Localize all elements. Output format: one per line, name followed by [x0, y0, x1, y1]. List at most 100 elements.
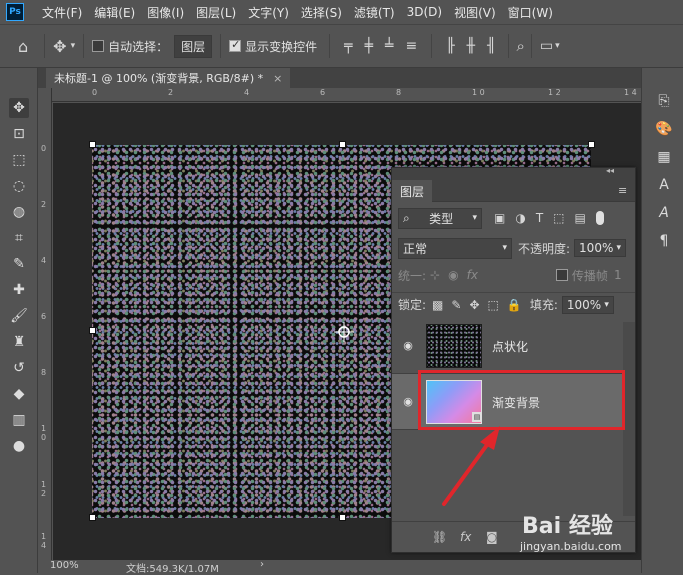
unify-position-icon[interactable]: ⊹ — [430, 268, 440, 282]
auto-select-target-dropdown[interactable]: 图层 — [174, 34, 213, 58]
align-left-icon[interactable]: ╟ — [446, 38, 454, 54]
auto-select-checkbox[interactable] — [92, 40, 105, 52]
align-right-icon[interactable]: ╢ — [487, 38, 495, 54]
opacity-label: 不透明度: — [518, 241, 571, 256]
ruler-label: 1 4 — [624, 88, 637, 97]
menu-3d[interactable]: 3D(D) — [407, 5, 442, 19]
glyphs-icon[interactable]: A — [655, 204, 673, 222]
photoshop-logo[interactable]: Ps — [6, 3, 24, 21]
propagate-frame-checkbox[interactable] — [555, 269, 568, 281]
chevron-down-icon[interactable]: ▾ — [71, 41, 76, 51]
transform-handle[interactable] — [89, 141, 96, 148]
align-vcenter-icon[interactable]: ╪ — [365, 38, 373, 54]
menu-image[interactable]: 图像(I) — [147, 4, 184, 21]
healing-brush-tool-icon[interactable]: ✚ — [9, 280, 29, 300]
eye-icon[interactable]: ◉ — [401, 338, 415, 352]
status-arrow-icon[interactable]: › — [260, 559, 264, 570]
menu-layer[interactable]: 图层(L) — [196, 4, 236, 21]
menu-file[interactable]: 文件(F) — [42, 4, 82, 21]
transform-handle[interactable] — [89, 514, 96, 521]
move-tool-icon[interactable]: ✥ — [9, 98, 29, 118]
align-hcenter-icon[interactable]: ╫ — [467, 38, 475, 54]
align-top-icon[interactable]: ╤ — [344, 38, 352, 54]
fx-icon[interactable]: fx — [460, 530, 471, 544]
lock-image-icon[interactable]: ✎ — [451, 298, 461, 312]
panel-header: ◂◂ — [392, 166, 635, 180]
mask-icon[interactable]: ◙ — [486, 530, 498, 544]
ruler-label: 2 — [41, 200, 47, 209]
panel-menu-icon[interactable]: ≡ — [618, 184, 627, 197]
layer-row[interactable]: ◉ 点状化 — [392, 318, 622, 374]
vertical-ruler: 0 2 4 6 8 1 0 1 2 1 4 — [38, 88, 52, 560]
marquee-tool-icon[interactable]: ⬚ — [9, 150, 29, 170]
history-icon[interactable]: ⎘ — [655, 92, 673, 110]
transform-handle[interactable] — [339, 514, 346, 521]
align-bottom-icon[interactable]: ╧ — [385, 38, 393, 54]
color-palette-icon[interactable]: 🎨 — [655, 120, 673, 138]
tab-layers[interactable]: 图层 — [392, 180, 433, 202]
dodge-tool-icon[interactable]: ● — [9, 436, 29, 456]
paragraph-icon[interactable]: ¶ — [655, 232, 673, 250]
close-icon[interactable]: × — [273, 72, 282, 85]
zoom-level[interactable]: 100% — [50, 560, 79, 571]
watermark-brand: Bai 经验 — [522, 514, 613, 539]
fill-field[interactable]: 100% ▾ — [561, 295, 614, 314]
shape-filter-icon[interactable]: ⬚ — [553, 211, 564, 225]
opacity-field[interactable]: 100% ▾ — [574, 239, 627, 257]
stamp-tool-icon[interactable]: ♜ — [9, 332, 29, 352]
collapse-icon[interactable]: ◂◂ — [606, 166, 614, 175]
image-filter-icon[interactable]: ▣ — [494, 211, 505, 225]
crop-tool-icon[interactable]: ⌗ — [9, 228, 29, 248]
lock-position-icon[interactable]: ✥ — [469, 298, 479, 312]
type-filter-icon[interactable]: T — [536, 211, 543, 225]
opacity-value: 100% — [579, 241, 614, 255]
lock-all-icon[interactable]: 🔒 — [507, 298, 522, 312]
filter-kind-dropdown[interactable]: ⌕ 类型 ▾ — [398, 207, 482, 229]
menu-select[interactable]: 选择(S) — [301, 4, 342, 21]
eraser-tool-icon[interactable]: ◆ — [9, 384, 29, 404]
lock-artboard-icon[interactable]: ⬚ — [488, 298, 499, 312]
artboard-tool-icon[interactable]: ⊡ — [9, 124, 29, 144]
workspace-icon[interactable]: ▭ — [540, 38, 553, 54]
eye-icon[interactable]: ◉ — [401, 394, 415, 408]
smart-object-filter-icon[interactable]: ▤ — [575, 211, 586, 225]
menu-window[interactable]: 窗口(W) — [508, 4, 553, 21]
gradient-tool-icon[interactable]: ▥ — [9, 410, 29, 430]
ruler-label: 1 2 — [548, 88, 561, 97]
document-tab[interactable]: 未标题-1 @ 100% (渐变背景, RGB/8#) * × — [46, 68, 291, 88]
workspace-chevron-icon[interactable]: ▾ — [555, 41, 560, 51]
unify-visibility-icon[interactable]: ◉ — [448, 268, 458, 282]
brush-tool-icon[interactable]: 🖌 — [9, 306, 29, 326]
filter-toggle[interactable] — [595, 211, 604, 225]
eyedropper-tool-icon[interactable]: ✎ — [9, 254, 29, 274]
document-tab-bar: 未标题-1 @ 100% (渐变背景, RGB/8#) * × — [38, 68, 641, 88]
chevron-down-icon: ▾ — [472, 213, 477, 223]
adjustment-filter-icon[interactable]: ◑ — [515, 211, 525, 225]
link-icon[interactable]: ⛓ — [432, 530, 447, 544]
lasso-tool-icon[interactable]: ◌ — [9, 176, 29, 196]
quick-select-tool-icon[interactable]: ◍ — [9, 202, 29, 222]
character-icon[interactable]: A — [655, 176, 673, 194]
document-tab-title: 未标题-1 @ 100% (渐变背景, RGB/8#) * — [54, 72, 264, 85]
layer-name[interactable]: 点状化 — [492, 338, 528, 355]
home-icon[interactable]: ⌂ — [18, 37, 28, 56]
blend-mode-dropdown[interactable]: 正常 ▾ — [398, 237, 512, 259]
search-icon[interactable]: ⌕ — [517, 37, 525, 55]
menu-filter[interactable]: 滤镜(T) — [354, 4, 395, 21]
menu-view[interactable]: 视图(V) — [454, 4, 496, 21]
reference-point-icon[interactable] — [334, 322, 354, 342]
transform-handle[interactable] — [89, 327, 96, 334]
history-brush-tool-icon[interactable]: ↺ — [9, 358, 29, 378]
menu-edit[interactable]: 编辑(E) — [94, 4, 135, 21]
distribute-icon[interactable]: ≡ — [405, 38, 417, 54]
lock-transparent-icon[interactable]: ▩ — [432, 298, 443, 312]
transform-handle[interactable] — [588, 141, 595, 148]
swatches-icon[interactable]: ▦ — [655, 148, 673, 166]
show-transform-checkbox[interactable] — [229, 38, 242, 52]
move-tool-icon[interactable]: ✥ — [53, 37, 66, 56]
unify-style-icon[interactable]: fx — [467, 268, 478, 282]
menu-type[interactable]: 文字(Y) — [248, 4, 289, 21]
annotation-arrow — [442, 426, 500, 506]
transform-handle[interactable] — [339, 141, 346, 148]
fill-value: 100% — [566, 297, 602, 312]
